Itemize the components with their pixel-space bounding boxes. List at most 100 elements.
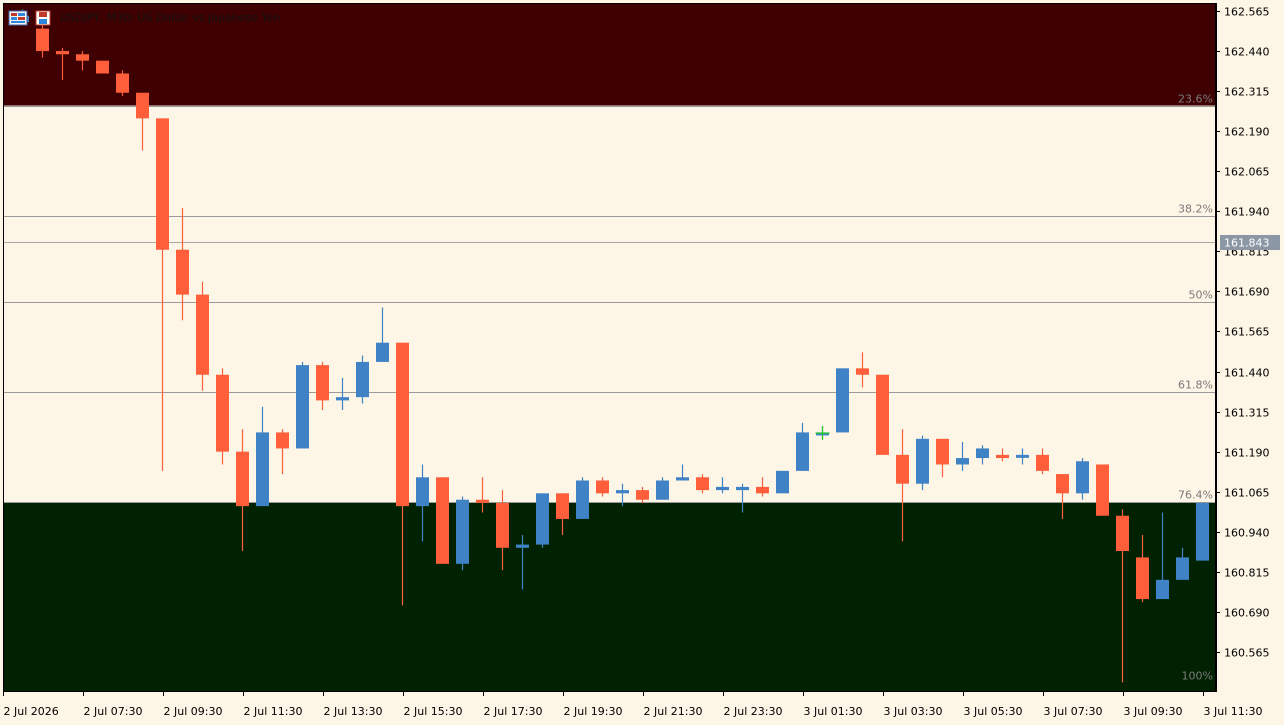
bull-candle bbox=[356, 355, 369, 404]
candle-body bbox=[736, 486, 749, 491]
candle-body bbox=[1076, 461, 1089, 494]
candle-body bbox=[976, 448, 989, 459]
bear-candle bbox=[216, 368, 229, 465]
chart-window-icon[interactable] bbox=[8, 10, 28, 26]
candle-body bbox=[1016, 454, 1029, 458]
price-tick-label: 160.815 bbox=[1224, 567, 1270, 580]
price-tick-label: 161.065 bbox=[1224, 487, 1270, 500]
candle-body bbox=[136, 92, 149, 119]
candle-body bbox=[76, 54, 89, 61]
candle-body bbox=[516, 544, 529, 548]
candle-body bbox=[876, 374, 889, 455]
time-tick-label: 2 Jul 13:30 bbox=[324, 705, 383, 718]
bull-candle bbox=[916, 435, 929, 491]
fib-label: 61.8% bbox=[1178, 379, 1213, 392]
candle-body bbox=[616, 490, 629, 494]
price-tick-label: 161.190 bbox=[1224, 447, 1270, 460]
bear-candle bbox=[196, 281, 209, 391]
price-tick-label: 162.065 bbox=[1224, 166, 1270, 179]
bull-candle bbox=[1196, 502, 1209, 561]
candle-body bbox=[676, 477, 689, 481]
price-tick-label: 160.940 bbox=[1224, 527, 1270, 540]
candle-body bbox=[296, 365, 309, 449]
time-tick-label: 3 Jul 01:30 bbox=[804, 705, 863, 718]
fib-label: 50% bbox=[1189, 289, 1213, 302]
bear-candle bbox=[876, 374, 889, 455]
save-icon[interactable] bbox=[35, 10, 51, 26]
candle-body bbox=[216, 374, 229, 452]
candle-body bbox=[156, 118, 169, 250]
candle-body bbox=[116, 73, 129, 93]
time-tick-label: 2 Jul 23:30 bbox=[724, 705, 783, 718]
price-tick-label: 162.565 bbox=[1224, 6, 1270, 19]
price-tick-label: 161.440 bbox=[1224, 367, 1270, 380]
candle-body bbox=[916, 438, 929, 484]
candle-body bbox=[256, 432, 269, 507]
bull-candle bbox=[296, 361, 309, 449]
time-tick-label: 2 Jul 2026 bbox=[4, 705, 59, 718]
candle-body bbox=[36, 28, 49, 52]
bull-candle bbox=[456, 496, 469, 571]
chart-window[interactable]: 23.6% 38.2% 50% 61.8% 76.4% 100% 162.565 162.4… bbox=[0, 0, 1284, 725]
candle-body bbox=[496, 502, 509, 548]
candle-body bbox=[756, 486, 769, 494]
candle-body bbox=[276, 432, 289, 449]
candle-body bbox=[956, 458, 969, 465]
chart-title: USDJPY, M30: US Dollar vs Japanese Yen bbox=[60, 11, 280, 24]
candle-body bbox=[776, 470, 789, 494]
fib-label: 38.2% bbox=[1178, 203, 1213, 216]
current-price-value: 161.843 bbox=[1224, 237, 1270, 250]
candle-body bbox=[716, 486, 729, 491]
candle-body bbox=[436, 477, 449, 564]
candle-body bbox=[1036, 454, 1049, 471]
time-tick-label: 2 Jul 07:30 bbox=[84, 705, 143, 718]
candlestick-chart[interactable]: 23.6% 38.2% 50% 61.8% 76.4% 100% 162.565 162.4… bbox=[0, 0, 1284, 725]
candle-body bbox=[996, 454, 1009, 459]
price-tick-label: 162.190 bbox=[1224, 126, 1270, 139]
candle-body bbox=[1156, 579, 1169, 600]
fib-label: 100% bbox=[1182, 670, 1213, 683]
candle-body bbox=[416, 477, 429, 507]
price-tick-label: 162.440 bbox=[1224, 46, 1270, 59]
price-tick-label: 161.565 bbox=[1224, 326, 1270, 339]
bear-candle bbox=[96, 60, 109, 74]
price-tick-label: 161.315 bbox=[1224, 407, 1270, 420]
bear-candle bbox=[436, 477, 449, 564]
candle-body bbox=[836, 368, 849, 433]
price-tick-label: 161.940 bbox=[1224, 206, 1270, 219]
candle-body bbox=[476, 499, 489, 503]
time-tick-label: 2 Jul 11:30 bbox=[244, 705, 303, 718]
bull-candle bbox=[836, 368, 849, 433]
chart-title-bar: USDJPY, M30: US Dollar vs Japanese Yen bbox=[8, 10, 280, 26]
bull-candle bbox=[536, 493, 549, 548]
candle-body bbox=[176, 249, 189, 295]
time-tick-label: 2 Jul 21:30 bbox=[644, 705, 703, 718]
candle-body bbox=[576, 480, 589, 519]
candle-body bbox=[936, 438, 949, 465]
candle-body bbox=[636, 490, 649, 500]
bear-candle bbox=[1096, 464, 1109, 516]
candle-body bbox=[396, 342, 409, 507]
price-tick-label: 160.690 bbox=[1224, 607, 1270, 620]
candle-body bbox=[696, 477, 709, 491]
bull-candle bbox=[776, 470, 789, 494]
candle-body bbox=[1096, 464, 1109, 516]
bull-candle bbox=[576, 477, 589, 519]
candle-body bbox=[236, 451, 249, 507]
candle-body bbox=[1056, 474, 1069, 494]
fib-label: 76.4% bbox=[1178, 489, 1213, 502]
time-tick-label: 2 Jul 09:30 bbox=[164, 705, 223, 718]
candle-body bbox=[56, 51, 69, 55]
candle-body bbox=[896, 454, 909, 484]
candle-body bbox=[356, 361, 369, 398]
candle-body bbox=[196, 294, 209, 375]
bull-candle bbox=[656, 477, 669, 500]
price-tick-label: 160.565 bbox=[1224, 647, 1270, 660]
candle-body bbox=[596, 480, 609, 494]
time-tick-label: 2 Jul 15:30 bbox=[404, 705, 463, 718]
candle-body bbox=[1176, 557, 1189, 580]
time-tick-label: 3 Jul 05:30 bbox=[964, 705, 1023, 718]
price-tick-label: 161.690 bbox=[1224, 286, 1270, 299]
time-tick-label: 2 Jul 17:30 bbox=[484, 705, 543, 718]
candle-body bbox=[376, 342, 389, 362]
